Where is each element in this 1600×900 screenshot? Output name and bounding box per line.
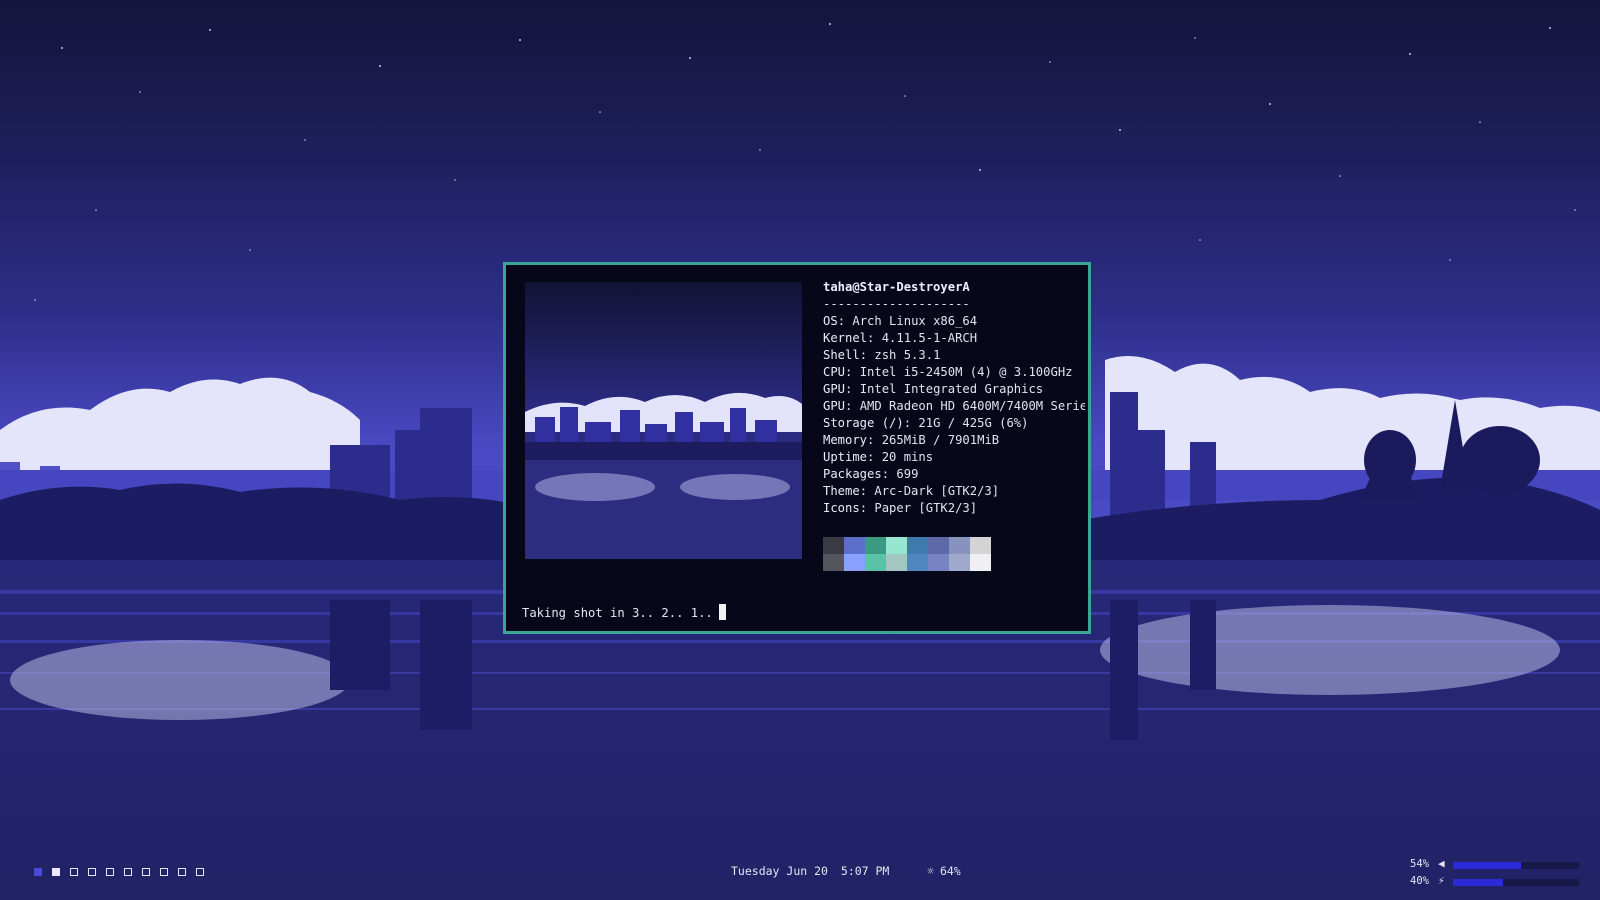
- volume-icon: ◀: [1438, 857, 1445, 870]
- info-colon: :: [881, 467, 897, 481]
- info-key: Memory: [823, 433, 868, 447]
- info-key: Shell: [823, 348, 860, 362]
- info-colon: :: [867, 450, 882, 464]
- volume-bar: [1453, 862, 1579, 869]
- info-key: Icons: [823, 501, 860, 515]
- palette-swatch: [886, 537, 907, 554]
- palette-swatch: [949, 537, 970, 554]
- info-value: 20 mins: [881, 450, 934, 464]
- info-key: Storage (/): [823, 416, 904, 430]
- battery-bar-fill: [1453, 879, 1504, 886]
- workspace-indicators: [34, 868, 204, 876]
- ascii-wallpaper-thumbnail: [525, 282, 802, 559]
- info-key: OS: [823, 314, 838, 328]
- info-key: Kernel: [823, 331, 868, 345]
- info-key: Packages: [823, 467, 882, 481]
- info-row: Packages: 699: [823, 466, 1085, 483]
- info-colon: :: [903, 416, 919, 430]
- user-host: taha@Star-DestroyerA: [823, 280, 970, 294]
- info-value: 265MiB / 7901MiB: [881, 433, 1000, 447]
- info-row: Shell: zsh 5.3.1: [823, 347, 1085, 364]
- text-cursor: [718, 604, 726, 620]
- info-colon: :: [859, 501, 875, 515]
- info-row: Memory: 265MiB / 7901MiB: [823, 432, 1085, 449]
- workspace-7[interactable]: [142, 868, 150, 876]
- workspace-5[interactable]: [106, 868, 114, 876]
- palette-swatch: [823, 554, 844, 571]
- info-key: GPU: [823, 382, 846, 396]
- palette-swatch: [865, 537, 886, 554]
- workspace-1[interactable]: [34, 868, 42, 876]
- info-key: GPU: [823, 399, 846, 413]
- workspace-4[interactable]: [88, 868, 96, 876]
- system-info: taha@Star-DestroyerA -------------------…: [823, 279, 1085, 517]
- info-value: Paper [GTK2/3]: [874, 501, 978, 515]
- battery-bar: [1453, 879, 1579, 886]
- info-row: Storage (/): 21G / 425G (6%): [823, 415, 1085, 432]
- palette-swatch: [928, 554, 949, 571]
- clock: Tuesday Jun 20 5:07 PM: [731, 864, 889, 878]
- palette-swatch: [886, 554, 907, 571]
- info-colon: :: [837, 314, 853, 328]
- info-value: 21G / 425G (6%): [918, 416, 1029, 430]
- color-palette: [823, 537, 991, 571]
- info-key: Uptime: [823, 450, 868, 464]
- palette-swatch: [844, 554, 865, 571]
- info-row: GPU: Intel Integrated Graphics: [823, 381, 1085, 398]
- info-row: OS: Arch Linux x86_64: [823, 313, 1085, 330]
- info-row: CPU: Intel i5-2450M (4) @ 3.100GHz: [823, 364, 1085, 381]
- battery-label: 40%: [1410, 875, 1429, 887]
- info-value: 4.11.5-1-ARCH: [881, 331, 978, 345]
- info-colon: :: [859, 484, 875, 498]
- palette-swatch: [928, 537, 949, 554]
- palette-swatch: [970, 537, 991, 554]
- info-value: Arc-Dark [GTK2/3]: [874, 484, 1000, 498]
- workspace-6[interactable]: [124, 868, 132, 876]
- info-value: Intel Integrated Graphics: [859, 382, 1044, 396]
- info-colon: :: [845, 399, 860, 413]
- info-row: Uptime: 20 mins: [823, 449, 1085, 466]
- palette-swatch: [949, 554, 970, 571]
- workspace-10[interactable]: [196, 868, 204, 876]
- workspace-3[interactable]: [70, 868, 78, 876]
- clock-date: Jun 20: [786, 864, 828, 878]
- clock-day: Tuesday: [731, 864, 780, 878]
- info-key: Theme: [823, 484, 860, 498]
- brightness-indicator: ☼ 64%: [927, 864, 961, 878]
- palette-swatch: [970, 554, 991, 571]
- palette-swatch: [907, 554, 928, 571]
- workspace-2[interactable]: [52, 868, 60, 876]
- workspace-9[interactable]: [178, 868, 186, 876]
- info-colon: :: [867, 331, 882, 345]
- info-row: Icons: Paper [GTK2/3]: [823, 500, 1085, 517]
- info-row: Theme: Arc-Dark [GTK2/3]: [823, 483, 1085, 500]
- brightness-label: 64%: [939, 864, 961, 878]
- info-value: 699: [896, 467, 919, 481]
- prompt-text: Taking shot in 3.. 2.. 1..: [522, 606, 713, 620]
- info-colon: :: [867, 433, 882, 447]
- terminal-window[interactable]: taha@Star-DestroyerA -------------------…: [503, 262, 1091, 634]
- palette-swatch: [844, 537, 865, 554]
- palette-swatch: [823, 537, 844, 554]
- info-key: CPU: [823, 365, 846, 379]
- volume-bar-fill: [1453, 862, 1522, 869]
- info-value: zsh 5.3.1: [874, 348, 941, 362]
- separator: --------------------: [823, 297, 970, 311]
- palette-swatch: [865, 554, 886, 571]
- info-row: Kernel: 4.11.5-1-ARCH: [823, 330, 1085, 347]
- info-colon: :: [845, 382, 860, 396]
- brightness-icon: ☼: [927, 864, 934, 878]
- info-value: AMD Radeon HD 6400M/7400M Serie: [859, 399, 1085, 413]
- volume-label: 54%: [1410, 858, 1429, 870]
- palette-swatch: [907, 537, 928, 554]
- info-colon: :: [859, 348, 875, 362]
- info-row: GPU: AMD Radeon HD 6400M/7400M Serie: [823, 398, 1085, 415]
- info-value: Intel i5-2450M (4) @ 3.100GHz: [859, 365, 1073, 379]
- workspace-8[interactable]: [160, 868, 168, 876]
- info-value: Arch Linux x86_64: [852, 314, 978, 328]
- battery-charging-icon: ⚡: [1438, 874, 1445, 887]
- terminal-prompt[interactable]: Taking shot in 3.. 2.. 1..: [522, 604, 726, 622]
- info-colon: :: [845, 365, 860, 379]
- clock-time: 5:07 PM: [840, 864, 890, 878]
